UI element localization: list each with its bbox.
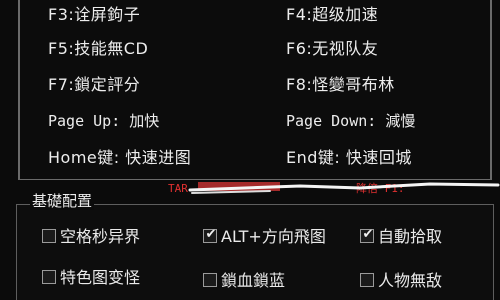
checkbox[interactable] xyxy=(42,270,56,284)
option-label: 自動拾取 xyxy=(378,227,443,246)
option-label: 特色图变怪 xyxy=(60,268,141,287)
option-label: 鎖血鎖蓝 xyxy=(221,271,286,290)
scribble-mark xyxy=(188,182,500,194)
hotkey-f3: F3:诠屏鉤子 xyxy=(48,5,141,24)
option-label: 空格秒异界 xyxy=(60,227,141,246)
hotkey-page-up: Page Up: 加快 xyxy=(48,112,160,130)
check-icon xyxy=(204,271,218,285)
basic-settings-title: 基礎配置 xyxy=(30,192,95,210)
check-icon xyxy=(361,271,375,285)
hotkey-f8: F8:怪變哥布林 xyxy=(286,75,395,94)
hotkey-row: F7:鎖定評分 F8:怪變哥布林 xyxy=(20,74,490,96)
option-label: 人物無敌 xyxy=(378,271,443,290)
hotkey-row: Page Up: 加快 Page Down: 減慢 xyxy=(20,110,490,132)
checkbox[interactable] xyxy=(360,273,374,287)
hotkey-row: F3:诠屏鉤子 F4:超级加速 xyxy=(20,4,490,26)
hotkey-row: Home键: 快速进图 End键: 快速回城 xyxy=(20,147,490,169)
checkbox[interactable] xyxy=(203,273,217,287)
hotkey-f5: F5:技能無CD xyxy=(48,39,149,58)
check-icon: ✔ xyxy=(205,227,217,242)
checkbox[interactable]: ✔ xyxy=(203,227,217,243)
checkbox[interactable] xyxy=(42,229,56,243)
option-label: ALT+方向飛图 xyxy=(221,227,326,246)
check-icon: ✔ xyxy=(362,227,374,242)
hotkey-end: End键: 快速回城 xyxy=(286,148,412,167)
hotkey-panel: F3:诠屏鉤子 F4:超级加速 F5:技能無CD F6:无视队友 F7:鎖定評分… xyxy=(18,0,492,180)
checkbox[interactable]: ✔ xyxy=(360,227,374,243)
check-icon xyxy=(43,227,57,241)
hotkey-page-down: Page Down: 減慢 xyxy=(286,112,416,130)
check-icon xyxy=(43,268,57,282)
hotkey-row: F5:技能無CD F6:无视队友 xyxy=(20,38,490,60)
cheat-tool-window: F3:诠屏鉤子 F4:超级加速 F5:技能無CD F6:无视队友 F7:鎖定評分… xyxy=(0,0,500,300)
hotkey-f4: F4:超级加速 xyxy=(286,5,379,24)
hotkey-f6: F6:无视队友 xyxy=(286,39,379,58)
hotkey-f7: F7:鎖定評分 xyxy=(48,75,141,94)
hotkey-home: Home键: 快速进图 xyxy=(48,148,192,167)
